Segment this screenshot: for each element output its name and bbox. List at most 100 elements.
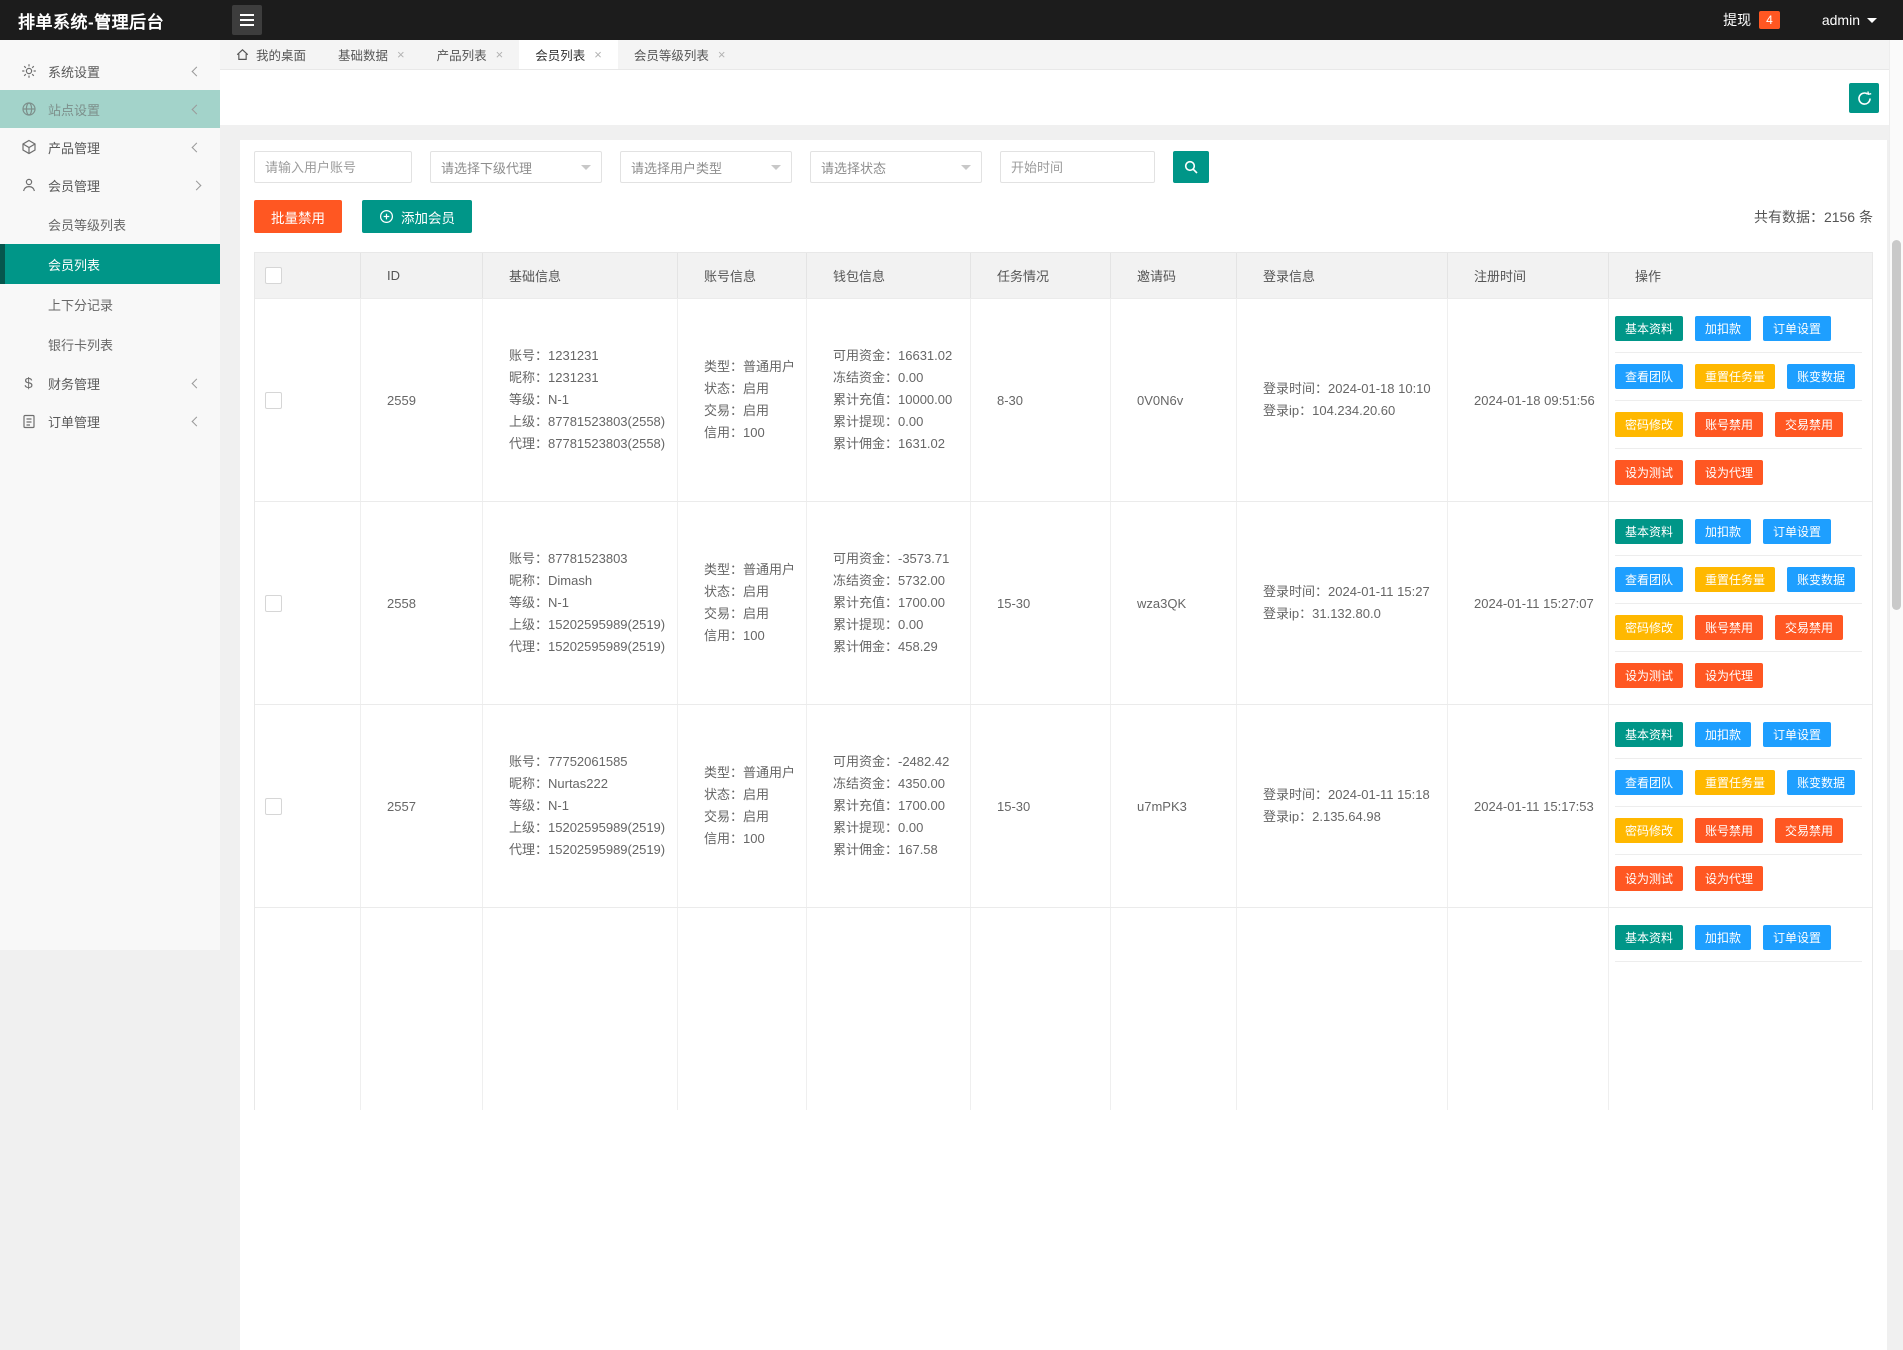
account-search-input[interactable]	[254, 151, 412, 183]
basic-info-cell	[483, 908, 678, 1110]
user-type-select[interactable]: 请选择用户类型	[620, 151, 792, 183]
action-button-查看团队[interactable]: 查看团队	[1615, 364, 1683, 389]
sidebar-item-product-management[interactable]: 产品管理	[0, 128, 220, 166]
basic-info-cell-lines: 账号：77752061585昵称：Nurtas222等级：N-1上级：15202…	[509, 751, 665, 861]
operation-button-group: 基本资料加扣款订单设置	[1615, 305, 1862, 353]
invite-code-cell: wza3QK	[1111, 502, 1237, 704]
tab-member-level-list[interactable]: 会员等级列表 ×	[618, 40, 742, 69]
sidebar-item-label: 会员管理	[48, 176, 100, 195]
action-button-重置任务量[interactable]: 重置任务量	[1695, 567, 1775, 592]
sidebar-item-order-management[interactable]: 订单管理	[0, 402, 220, 440]
start-time-input[interactable]	[1000, 151, 1155, 183]
sidebar-item-member-list[interactable]: 会员列表	[0, 244, 220, 284]
sidebar-item-member-management[interactable]: 会员管理	[0, 166, 220, 204]
action-button-交易禁用[interactable]: 交易禁用	[1775, 412, 1843, 437]
select-all-checkbox[interactable]	[265, 267, 282, 284]
action-button-账变数据[interactable]: 账变数据	[1787, 364, 1855, 389]
add-member-button[interactable]: 添加会员	[362, 200, 472, 233]
action-button-密码修改[interactable]: 密码修改	[1615, 412, 1683, 437]
account-info-cell-line: 交易：启用	[704, 400, 795, 422]
tab-desktop[interactable]: 我的桌面	[220, 40, 322, 69]
action-button-基本资料[interactable]: 基本资料	[1615, 316, 1683, 341]
action-button-交易禁用[interactable]: 交易禁用	[1775, 615, 1843, 640]
row-checkbox[interactable]	[265, 392, 282, 409]
top-header: 排单系统-管理后台 提现 4 admin	[0, 0, 1903, 40]
action-button-加扣款[interactable]: 加扣款	[1695, 316, 1751, 341]
scrollbar-thumb[interactable]	[1892, 240, 1901, 610]
sidebar-item-site-settings[interactable]: 站点设置	[0, 90, 220, 128]
action-button-订单设置[interactable]: 订单设置	[1763, 722, 1831, 747]
login-info-cell-lines: 登录时间：2024-01-11 15:27登录ip：31.132.80.0	[1263, 581, 1430, 625]
refresh-button[interactable]	[1849, 83, 1879, 113]
action-button-重置任务量[interactable]: 重置任务量	[1695, 770, 1775, 795]
close-icon[interactable]: ×	[397, 48, 405, 61]
sidebar-item-member-level-list[interactable]: 会员等级列表	[0, 204, 220, 244]
vertical-scrollbar[interactable]	[1889, 40, 1903, 950]
invite-code-cell: u7mPK3	[1111, 705, 1237, 907]
action-button-账号禁用[interactable]: 账号禁用	[1695, 818, 1763, 843]
action-button-账变数据[interactable]: 账变数据	[1787, 770, 1855, 795]
tab-product-list[interactable]: 产品列表 ×	[421, 40, 520, 69]
action-button-设为测试[interactable]: 设为测试	[1615, 460, 1683, 485]
action-button-查看团队[interactable]: 查看团队	[1615, 770, 1683, 795]
wallet-info-cell-line: 冻结资金：4350.00	[833, 773, 949, 795]
action-button-账号禁用[interactable]: 账号禁用	[1695, 412, 1763, 437]
basic-info-cell-line: 账号：77752061585	[509, 751, 665, 773]
action-button-设为代理[interactable]: 设为代理	[1695, 460, 1763, 485]
action-button-密码修改[interactable]: 密码修改	[1615, 818, 1683, 843]
action-button-设为测试[interactable]: 设为测试	[1615, 866, 1683, 891]
search-button[interactable]	[1173, 151, 1209, 183]
login-info-cell: 登录时间：2024-01-18 10:10登录ip：104.234.20.60	[1237, 299, 1448, 501]
action-button-密码修改[interactable]: 密码修改	[1615, 615, 1683, 640]
action-button-设为代理[interactable]: 设为代理	[1695, 663, 1763, 688]
user-menu[interactable]: admin	[1822, 12, 1877, 28]
wallet-info-cell-line: 可用资金：-3573.71	[833, 548, 949, 570]
batch-disable-button[interactable]: 批量禁用	[254, 200, 342, 233]
table-header-row: ID基础信息账号信息钱包信息任务情况邀请码登录信息注册时间操作	[255, 253, 1872, 298]
sidebar-item-score-records[interactable]: 上下分记录	[0, 284, 220, 324]
wallet-info-cell-line: 累计提现：0.00	[833, 817, 949, 839]
hamburger-menu-icon[interactable]	[232, 5, 262, 35]
agent-select[interactable]: 请选择下级代理	[430, 151, 602, 183]
action-button-设为代理[interactable]: 设为代理	[1695, 866, 1763, 891]
action-button-订单设置[interactable]: 订单设置	[1763, 316, 1831, 341]
close-icon[interactable]: ×	[594, 48, 602, 61]
chevron-left-icon	[192, 66, 202, 76]
status-select[interactable]: 请选择状态	[810, 151, 982, 183]
action-button-账变数据[interactable]: 账变数据	[1787, 567, 1855, 592]
sidebar-item-bank-card-list[interactable]: 银行卡列表	[0, 324, 220, 364]
withdraw-link[interactable]: 提现 4	[1723, 10, 1780, 30]
action-button-交易禁用[interactable]: 交易禁用	[1775, 818, 1843, 843]
close-icon[interactable]: ×	[496, 48, 504, 61]
row-checkbox[interactable]	[265, 798, 282, 815]
action-button-加扣款[interactable]: 加扣款	[1695, 519, 1751, 544]
chevron-down-icon	[581, 165, 591, 170]
action-button-订单设置[interactable]: 订单设置	[1763, 519, 1831, 544]
operation-button-group	[1615, 962, 1862, 984]
action-button-加扣款[interactable]: 加扣款	[1695, 722, 1751, 747]
action-button-基本资料[interactable]: 基本资料	[1615, 925, 1683, 950]
tab-basic-data[interactable]: 基础数据 ×	[322, 40, 421, 69]
operation-button-group: 设为测试设为代理	[1615, 652, 1862, 699]
action-button-加扣款[interactable]: 加扣款	[1695, 925, 1751, 950]
column-header: 钱包信息	[807, 253, 971, 298]
basic-info-cell: 账号：87781523803昵称：Dimash等级：N-1上级：15202595…	[483, 502, 678, 704]
column-header: ID	[361, 253, 483, 298]
close-icon[interactable]: ×	[718, 48, 726, 61]
action-button-重置任务量[interactable]: 重置任务量	[1695, 364, 1775, 389]
tab-member-list[interactable]: 会员列表 ×	[519, 40, 618, 69]
action-button-订单设置[interactable]: 订单设置	[1763, 925, 1831, 950]
sidebar-item-finance-management[interactable]: $ 财务管理	[0, 364, 220, 402]
action-button-基本资料[interactable]: 基本资料	[1615, 722, 1683, 747]
action-button-查看团队[interactable]: 查看团队	[1615, 567, 1683, 592]
tab-bar: 我的桌面 基础数据 × 产品列表 × 会员列表 × 会员等级列表 ×	[220, 40, 1903, 70]
wallet-info-cell	[807, 908, 971, 1110]
login-info-cell-lines: 登录时间：2024-01-18 10:10登录ip：104.234.20.60	[1263, 378, 1431, 422]
row-checkbox[interactable]	[265, 595, 282, 612]
operation-button-group: 查看团队重置任务量账变数据	[1615, 759, 1862, 807]
action-button-设为测试[interactable]: 设为测试	[1615, 663, 1683, 688]
action-button-账号禁用[interactable]: 账号禁用	[1695, 615, 1763, 640]
operation-button-group: 设为测试设为代理	[1615, 449, 1862, 496]
action-button-基本资料[interactable]: 基本资料	[1615, 519, 1683, 544]
sidebar-item-system-settings[interactable]: 系统设置	[0, 52, 220, 90]
